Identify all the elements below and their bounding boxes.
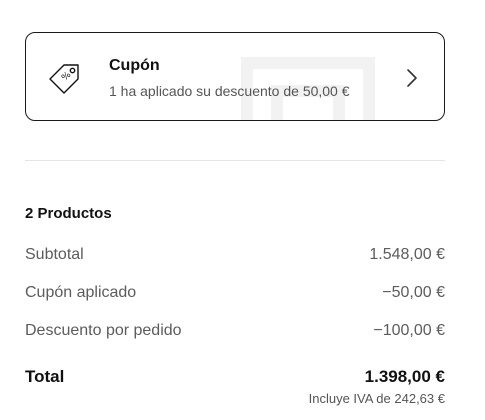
- products-heading: 2 Productos: [25, 205, 112, 222]
- summary-row-order-discount: Descuento por pedido −100,00 €: [25, 322, 445, 340]
- summary-row-coupon: Cupón aplicado −50,00 €: [25, 284, 445, 302]
- summary-row-value: −100,00 €: [373, 322, 445, 339]
- summary-row-label: Descuento por pedido: [25, 322, 182, 339]
- section-divider: [25, 160, 445, 161]
- summary-row-value: 1.548,00 €: [369, 246, 445, 263]
- total-label: Total: [25, 367, 65, 386]
- summary-row-subtotal: Subtotal 1.548,00 €: [25, 246, 445, 264]
- summary-row-label: Subtotal: [25, 246, 84, 263]
- tag-icon: %: [49, 64, 79, 94]
- coupon-subtitle: 1 ha aplicado su descuento de 50,00 €: [109, 83, 350, 99]
- total-row: Total 1.398,00 €: [25, 367, 445, 387]
- summary-row-label: Cupón aplicado: [25, 284, 137, 301]
- total-value: 1.398,00 €: [364, 367, 445, 386]
- coupon-title: Cupón: [109, 57, 160, 74]
- chevron-right-icon[interactable]: [405, 67, 419, 89]
- summary-row-value: −50,00 €: [382, 284, 445, 301]
- tax-note: Incluye IVA de 242,63 €: [308, 391, 445, 406]
- coupon-card[interactable]: % Cupón 1 ha aplicado su descuento de 50…: [25, 32, 445, 121]
